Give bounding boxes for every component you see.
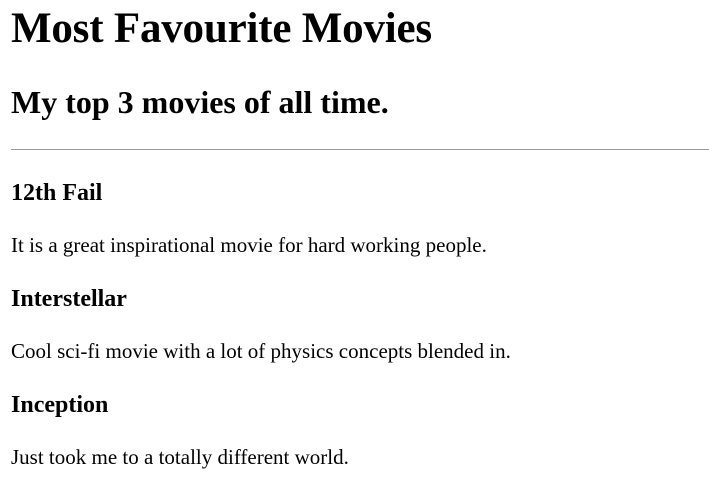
movie-description: It is a great inspirational movie for ha… (11, 233, 487, 257)
movie-item: 12th Fail It is a great inspirational mo… (11, 150, 709, 258)
movie-item: Interstellar Cool sci-fi movie with a lo… (11, 258, 709, 364)
movie-description: Cool sci-fi movie with a lot of physics … (11, 339, 511, 363)
movie-title: Interstellar (11, 286, 127, 312)
movie-description: Just took me to a totally different worl… (11, 445, 349, 469)
page-title: Most Favourite Movies (11, 5, 432, 52)
movie-title: 12th Fail (11, 180, 103, 206)
movie-title: Inception (11, 392, 109, 418)
page: Most Favourite Movies My top 3 movies of… (0, 0, 709, 497)
page-subtitle: My top 3 movies of all time. (11, 84, 389, 120)
movie-item: Inception Just took me to a totally diff… (11, 364, 709, 470)
